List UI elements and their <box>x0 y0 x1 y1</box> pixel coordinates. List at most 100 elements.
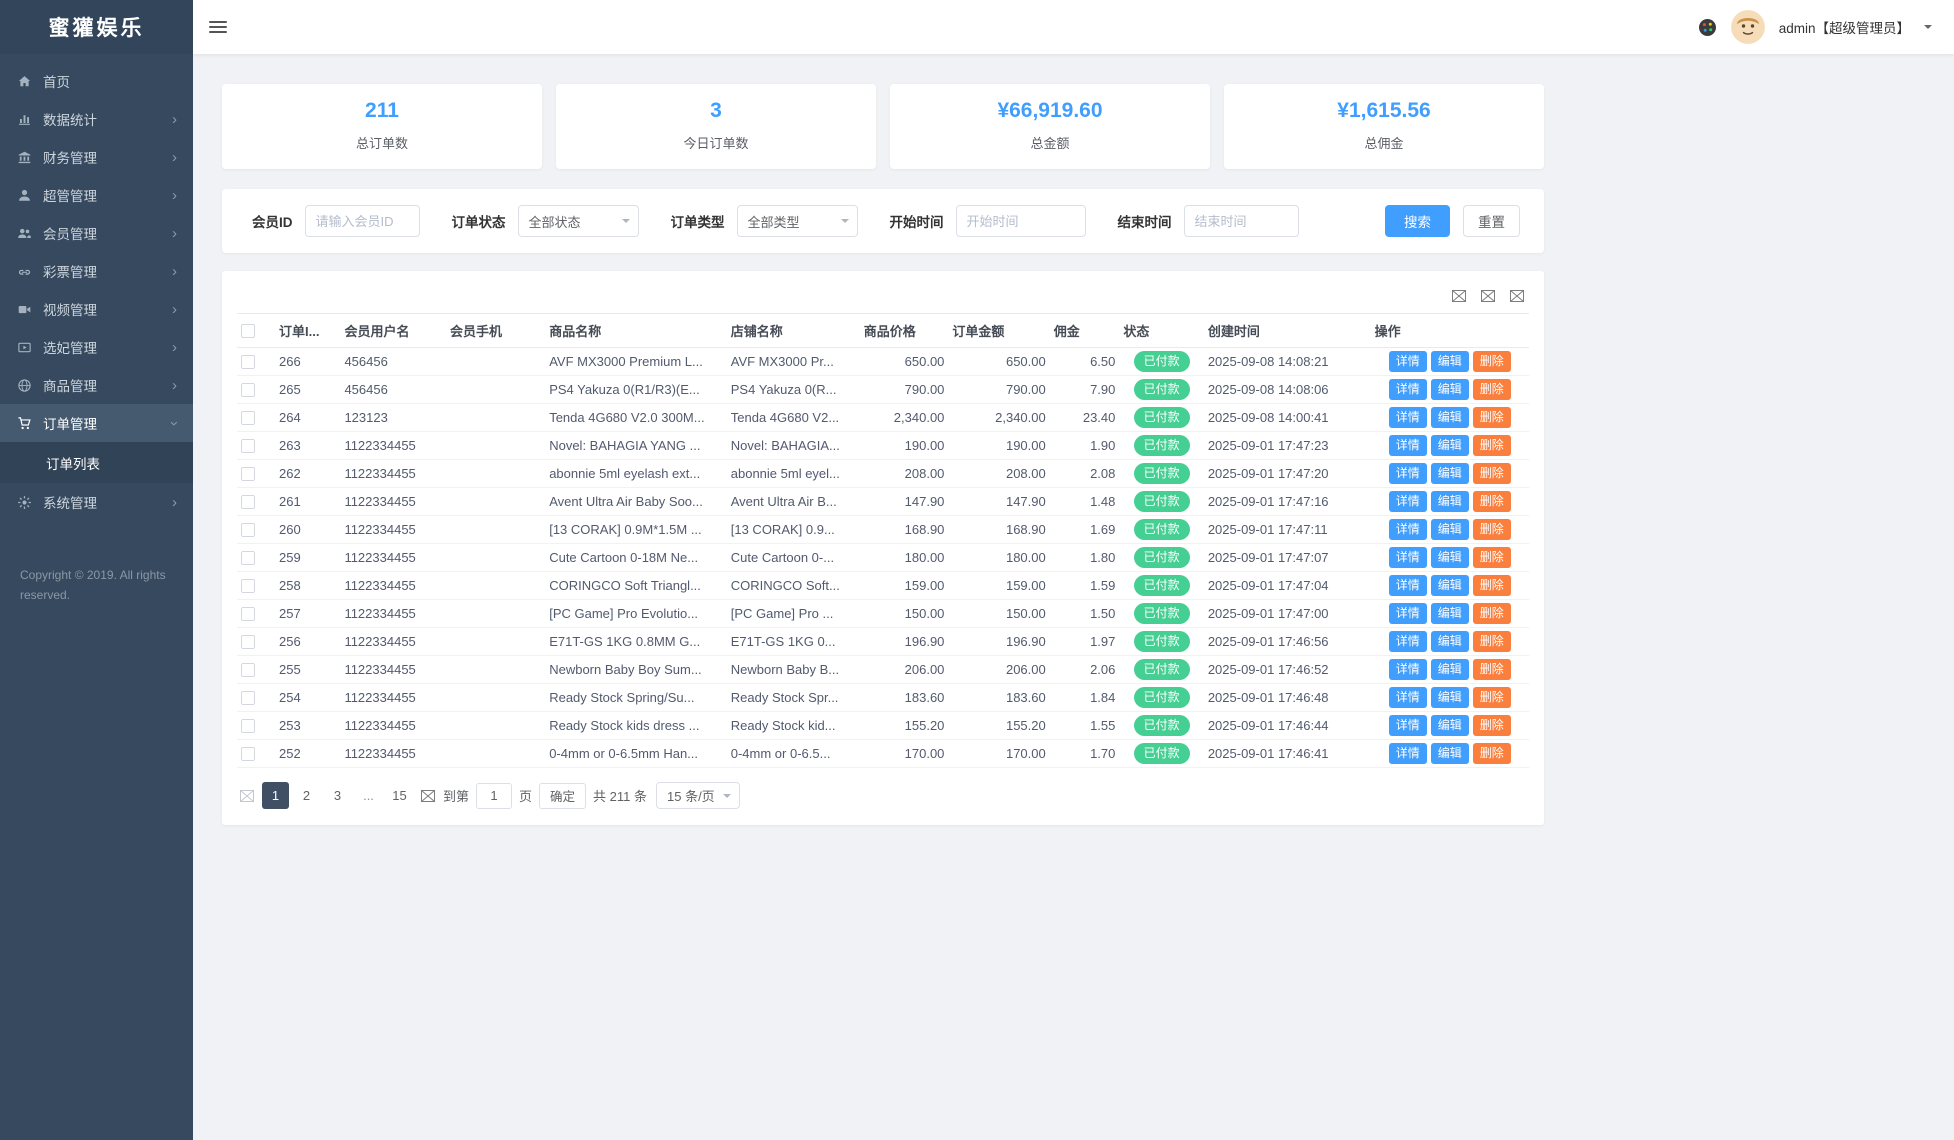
sort-icons[interactable] <box>323 326 329 340</box>
sidebar-item-members[interactable]: 会员管理› <box>0 214 193 252</box>
detail-button[interactable]: 详情 <box>1389 659 1427 681</box>
detail-button[interactable]: 详情 <box>1389 687 1427 709</box>
sidebar-item-xuanfei[interactable]: 选妃管理› <box>0 328 193 366</box>
delete-button[interactable]: 删除 <box>1473 379 1511 401</box>
created-time: 2025-09-01 17:46:41 <box>1204 740 1371 768</box>
detail-button[interactable]: 详情 <box>1389 743 1427 765</box>
edit-button[interactable]: 编辑 <box>1431 687 1469 709</box>
delete-button[interactable]: 删除 <box>1473 351 1511 373</box>
delete-button[interactable]: 删除 <box>1473 631 1511 653</box>
edit-button[interactable]: 编辑 <box>1431 743 1469 765</box>
row-checkbox[interactable] <box>241 635 255 649</box>
sidebar-item-system[interactable]: 系统管理› <box>0 483 193 521</box>
order-status-select[interactable]: 全部状态 <box>518 205 639 237</box>
edit-button[interactable]: 编辑 <box>1431 463 1469 485</box>
delete-button[interactable]: 删除 <box>1473 463 1511 485</box>
row-checkbox[interactable] <box>241 411 255 425</box>
row-checkbox[interactable] <box>241 551 255 565</box>
detail-button[interactable]: 详情 <box>1389 603 1427 625</box>
edit-button[interactable]: 编辑 <box>1431 547 1469 569</box>
row-checkbox[interactable] <box>241 747 255 761</box>
order-type-select[interactable]: 全部类型 <box>737 205 858 237</box>
row-checkbox[interactable] <box>241 495 255 509</box>
toolbar-icon-box-1[interactable] <box>1451 288 1467 304</box>
delete-button[interactable]: 删除 <box>1473 715 1511 737</box>
detail-button[interactable]: 详情 <box>1389 519 1427 541</box>
reset-button[interactable]: 重置 <box>1463 205 1520 237</box>
page-button-3[interactable]: 3 <box>324 782 351 809</box>
edit-button[interactable]: 编辑 <box>1431 519 1469 541</box>
search-button[interactable]: 搜索 <box>1385 205 1450 237</box>
sidebar-item-finance[interactable]: 财务管理› <box>0 138 193 176</box>
edit-button[interactable]: 编辑 <box>1431 659 1469 681</box>
edit-button[interactable]: 编辑 <box>1431 603 1469 625</box>
sidebar-item-orders[interactable]: 订单管理› <box>0 404 193 442</box>
row-checkbox[interactable] <box>241 663 255 677</box>
edit-button[interactable]: 编辑 <box>1431 631 1469 653</box>
row-checkbox[interactable] <box>241 691 255 705</box>
delete-button[interactable]: 删除 <box>1473 519 1511 541</box>
delete-button[interactable]: 删除 <box>1473 687 1511 709</box>
sidebar-item-data-stats[interactable]: 数据统计› <box>0 100 193 138</box>
prev-page-icon[interactable] <box>239 788 255 804</box>
detail-button[interactable]: 详情 <box>1389 491 1427 513</box>
page-button-2[interactable]: 2 <box>293 782 320 809</box>
detail-button[interactable]: 详情 <box>1389 575 1427 597</box>
delete-button[interactable]: 删除 <box>1473 435 1511 457</box>
sidebar-item-home[interactable]: 首页 <box>0 62 193 100</box>
detail-button[interactable]: 详情 <box>1389 463 1427 485</box>
page-size-select[interactable]: 15 条/页 <box>656 782 740 809</box>
row-checkbox[interactable] <box>241 579 255 593</box>
member-id-input[interactable] <box>305 205 420 237</box>
sidebar-item-super-admin[interactable]: 超管管理› <box>0 176 193 214</box>
delete-button[interactable]: 删除 <box>1473 491 1511 513</box>
row-checkbox[interactable] <box>241 383 255 397</box>
detail-button[interactable]: 详情 <box>1389 379 1427 401</box>
confirm-button[interactable]: 确定 <box>539 783 586 809</box>
next-page-icon[interactable] <box>420 788 436 804</box>
user-name[interactable]: admin【超级管理员】 <box>1779 17 1910 37</box>
column-header-0[interactable]: 订单I... <box>275 314 340 348</box>
row-checkbox[interactable] <box>241 355 255 369</box>
edit-button[interactable]: 编辑 <box>1431 379 1469 401</box>
sidebar-item-products[interactable]: 商品管理› <box>0 366 193 404</box>
toolbar-icon-box-3[interactable] <box>1509 288 1525 304</box>
detail-button[interactable]: 详情 <box>1389 715 1427 737</box>
edit-button[interactable]: 编辑 <box>1431 351 1469 373</box>
theme-palette-icon[interactable] <box>1698 18 1717 37</box>
select-all-checkbox[interactable] <box>241 324 255 338</box>
delete-button[interactable]: 删除 <box>1473 575 1511 597</box>
edit-button[interactable]: 编辑 <box>1431 435 1469 457</box>
detail-button[interactable]: 详情 <box>1389 547 1427 569</box>
delete-button[interactable]: 删除 <box>1473 603 1511 625</box>
edit-button[interactable]: 编辑 <box>1431 491 1469 513</box>
start-time-input[interactable] <box>956 205 1086 237</box>
end-time-input[interactable] <box>1184 205 1299 237</box>
row-checkbox[interactable] <box>241 719 255 733</box>
row-checkbox[interactable] <box>241 439 255 453</box>
page-button-15[interactable]: 15 <box>386 782 413 809</box>
menu-toggle-icon[interactable] <box>209 18 227 36</box>
detail-button[interactable]: 详情 <box>1389 351 1427 373</box>
edit-button[interactable]: 编辑 <box>1431 407 1469 429</box>
delete-button[interactable]: 删除 <box>1473 743 1511 765</box>
row-checkbox[interactable] <box>241 607 255 621</box>
edit-button[interactable]: 编辑 <box>1431 575 1469 597</box>
delete-button[interactable]: 删除 <box>1473 407 1511 429</box>
delete-button[interactable]: 删除 <box>1473 659 1511 681</box>
chevron-down-icon[interactable] <box>1924 25 1932 33</box>
goto-page-input[interactable] <box>476 783 512 809</box>
row-checkbox[interactable] <box>241 467 255 481</box>
toolbar-icon-box-2[interactable] <box>1480 288 1496 304</box>
row-checkbox[interactable] <box>241 523 255 537</box>
avatar[interactable] <box>1731 10 1765 44</box>
detail-button[interactable]: 详情 <box>1389 435 1427 457</box>
edit-button[interactable]: 编辑 <box>1431 715 1469 737</box>
page-button-1[interactable]: 1 <box>262 782 289 809</box>
detail-button[interactable]: 详情 <box>1389 631 1427 653</box>
sidebar-subitem-order-list[interactable]: 订单列表 <box>0 442 193 483</box>
sidebar-item-lottery[interactable]: 彩票管理› <box>0 252 193 290</box>
sidebar-item-video[interactable]: 视频管理› <box>0 290 193 328</box>
detail-button[interactable]: 详情 <box>1389 407 1427 429</box>
delete-button[interactable]: 删除 <box>1473 547 1511 569</box>
